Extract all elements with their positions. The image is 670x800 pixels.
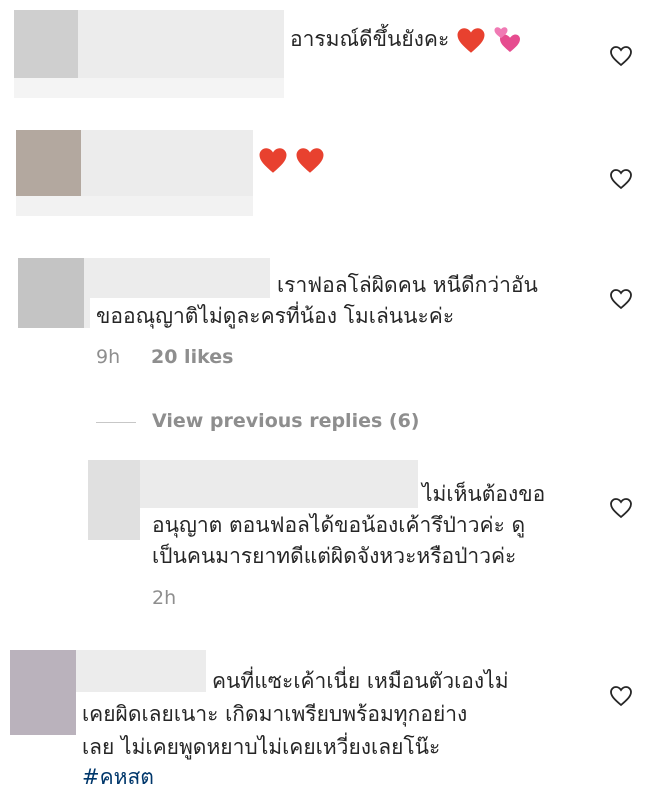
comment-5: คนที่แซะเค้าเนี่ย เหมือนตัวเองไม่ เคยผิด… — [0, 645, 670, 800]
heart-outline-icon[interactable] — [609, 168, 633, 190]
view-replies-row[interactable]: View previous replies (6) — [0, 405, 670, 441]
likes-count[interactable]: 20 likes — [151, 346, 233, 368]
comment-line: อนุญาต ตอนฟอลได้ขอน้องเค้ารึป่าวค่ะ ดู — [152, 513, 526, 537]
avatar[interactable] — [10, 650, 76, 735]
reply-divider-line — [96, 422, 136, 423]
two-hearts-icon — [494, 27, 520, 52]
avatar[interactable] — [16, 130, 81, 196]
comment-line: เราฟอลโล่ผิดคน หนีดีกว่าอัน — [277, 273, 538, 297]
view-previous-replies-link[interactable]: View previous replies (6) — [152, 410, 419, 432]
comment-line: เป็นคนมารยาทดีแต่ผิดจังหวะหรือป่าวค่ะ — [152, 544, 517, 568]
hashtag-link[interactable]: #คหสต — [82, 762, 154, 793]
comment-line: เลย ไม่เคยพูดหยาบไม่เคยเหวี่ยงเลยโน๊ะ — [82, 735, 441, 759]
red-heart-icon — [296, 147, 324, 173]
comment-text: อารมณ์ดีขึ้นยังคะ — [290, 24, 523, 55]
heart-outline-icon[interactable] — [609, 45, 633, 67]
username-blur[interactable] — [78, 10, 284, 78]
red-heart-icon — [457, 27, 485, 53]
blur-strip — [84, 298, 90, 328]
comment-3: เราฟอลโล่ผิดคน หนีดีกว่าอัน ขออณุญาติไม่… — [0, 250, 670, 380]
heart-outline-icon[interactable] — [609, 497, 633, 519]
username-blur[interactable] — [81, 130, 253, 196]
blur-strip — [14, 78, 284, 98]
comment-line: คนที่แซะเค้าเนี่ย เหมือนตัวเองไม่ — [212, 669, 509, 693]
timestamp: 9h — [96, 346, 121, 368]
heart-outline-icon[interactable] — [609, 288, 633, 310]
avatar[interactable] — [88, 460, 140, 540]
timestamp: 2h — [152, 587, 177, 609]
username-blur[interactable] — [140, 460, 418, 508]
red-heart-icon — [259, 147, 287, 173]
comment-4: ไม่เห็นต้องขอ อนุญาต ตอนฟอลได้ขอน้องเค้า… — [0, 455, 670, 615]
comment-text — [258, 144, 325, 175]
avatar[interactable] — [14, 10, 78, 78]
avatar[interactable] — [18, 258, 84, 328]
comment-line: ไม่เห็นต้องขอ — [422, 482, 546, 506]
blur-strip — [16, 196, 253, 216]
comment-1: อารมณ์ดีขึ้นยังคะ — [0, 0, 670, 110]
username-blur[interactable] — [76, 650, 206, 692]
username-blur[interactable] — [84, 258, 270, 298]
comment-2 — [0, 110, 670, 230]
heart-outline-icon[interactable] — [609, 685, 633, 707]
comment-line: ขออณุญาติไม่ดูละครที่น้อง โมเล่นนะค่ะ — [96, 304, 455, 328]
comment-line: เคยผิดเลยเนาะ เกิดมาเพรียบพร้อมทุกอย่าง — [82, 702, 468, 726]
